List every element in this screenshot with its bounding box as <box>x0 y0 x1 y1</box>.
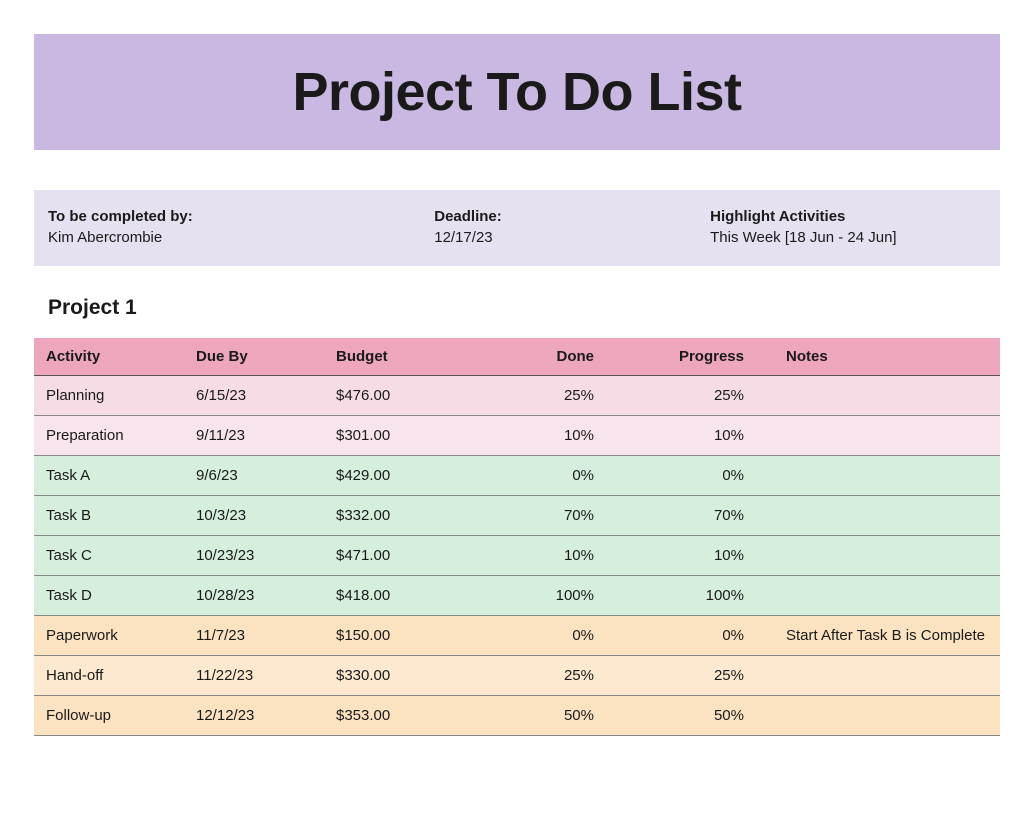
cell-progress: 50% <box>624 696 774 736</box>
cell-activity: Paperwork <box>34 616 184 656</box>
cell-activity: Task D <box>34 576 184 616</box>
cell-budget: $353.00 <box>324 696 474 736</box>
cell-activity: Task A <box>34 456 184 496</box>
cell-notes <box>774 496 1000 536</box>
cell-notes <box>774 656 1000 696</box>
table-row: Paperwork11/7/23$150.000%0%Start After T… <box>34 616 1000 656</box>
completed-by-value: Kim Abercrombie <box>48 229 434 246</box>
table-row: Task D10/28/23$418.00100%100% <box>34 576 1000 616</box>
cell-activity: Preparation <box>34 416 184 456</box>
cell-done: 10% <box>474 536 624 576</box>
cell-activity: Task B <box>34 496 184 536</box>
table-row: Task C10/23/23$471.0010%10% <box>34 536 1000 576</box>
cell-due-by: 11/7/23 <box>184 616 324 656</box>
cell-due-by: 9/6/23 <box>184 456 324 496</box>
cell-progress: 10% <box>624 416 774 456</box>
info-bar: To be completed by: Kim Abercrombie Dead… <box>34 190 1000 266</box>
cell-done: 25% <box>474 656 624 696</box>
task-table: Activity Due By Budget Done Progress Not… <box>34 338 1000 736</box>
cell-done: 50% <box>474 696 624 736</box>
deadline-label: Deadline: <box>434 208 710 225</box>
col-activity: Activity <box>34 338 184 376</box>
info-deadline: Deadline: 12/17/23 <box>434 208 710 246</box>
cell-budget: $150.00 <box>324 616 474 656</box>
cell-budget: $301.00 <box>324 416 474 456</box>
cell-done: 0% <box>474 456 624 496</box>
col-budget: Budget <box>324 338 474 376</box>
cell-activity: Planning <box>34 376 184 416</box>
cell-progress: 0% <box>624 456 774 496</box>
cell-notes <box>774 536 1000 576</box>
page-title: Project To Do List <box>292 61 741 123</box>
cell-due-by: 10/23/23 <box>184 536 324 576</box>
cell-progress: 70% <box>624 496 774 536</box>
cell-budget: $471.00 <box>324 536 474 576</box>
table-row: Task A9/6/23$429.000%0% <box>34 456 1000 496</box>
cell-notes: Start After Task B is Complete <box>774 616 1000 656</box>
table-row: Hand-off11/22/23$330.0025%25% <box>34 656 1000 696</box>
cell-progress: 10% <box>624 536 774 576</box>
cell-notes <box>774 456 1000 496</box>
cell-progress: 25% <box>624 376 774 416</box>
title-banner: Project To Do List <box>34 34 1000 150</box>
col-notes: Notes <box>774 338 1000 376</box>
col-done: Done <box>474 338 624 376</box>
cell-due-by: 10/3/23 <box>184 496 324 536</box>
cell-budget: $476.00 <box>324 376 474 416</box>
cell-progress: 25% <box>624 656 774 696</box>
cell-activity: Follow-up <box>34 696 184 736</box>
table-row: Planning6/15/23$476.0025%25% <box>34 376 1000 416</box>
cell-notes <box>774 576 1000 616</box>
highlight-label: Highlight Activities <box>710 208 986 225</box>
table-row: Task B10/3/23$332.0070%70% <box>34 496 1000 536</box>
project-heading: Project 1 <box>48 296 1034 320</box>
cell-done: 0% <box>474 616 624 656</box>
cell-progress: 0% <box>624 616 774 656</box>
info-completed-by: To be completed by: Kim Abercrombie <box>48 208 434 246</box>
cell-due-by: 9/11/23 <box>184 416 324 456</box>
cell-progress: 100% <box>624 576 774 616</box>
info-highlight: Highlight Activities This Week [18 Jun -… <box>710 208 986 246</box>
cell-activity: Task C <box>34 536 184 576</box>
cell-budget: $418.00 <box>324 576 474 616</box>
cell-budget: $332.00 <box>324 496 474 536</box>
highlight-value: This Week [18 Jun - 24 Jun] <box>710 229 986 246</box>
cell-done: 70% <box>474 496 624 536</box>
cell-notes <box>774 376 1000 416</box>
deadline-value: 12/17/23 <box>434 229 710 246</box>
col-progress: Progress <box>624 338 774 376</box>
table-row: Preparation9/11/23$301.0010%10% <box>34 416 1000 456</box>
cell-done: 10% <box>474 416 624 456</box>
cell-done: 25% <box>474 376 624 416</box>
table-header-row: Activity Due By Budget Done Progress Not… <box>34 338 1000 376</box>
cell-notes <box>774 696 1000 736</box>
cell-due-by: 6/15/23 <box>184 376 324 416</box>
cell-due-by: 11/22/23 <box>184 656 324 696</box>
cell-due-by: 10/28/23 <box>184 576 324 616</box>
col-due-by: Due By <box>184 338 324 376</box>
cell-budget: $429.00 <box>324 456 474 496</box>
completed-by-label: To be completed by: <box>48 208 434 225</box>
cell-due-by: 12/12/23 <box>184 696 324 736</box>
cell-budget: $330.00 <box>324 656 474 696</box>
cell-notes <box>774 416 1000 456</box>
table-row: Follow-up12/12/23$353.0050%50% <box>34 696 1000 736</box>
cell-done: 100% <box>474 576 624 616</box>
cell-activity: Hand-off <box>34 656 184 696</box>
